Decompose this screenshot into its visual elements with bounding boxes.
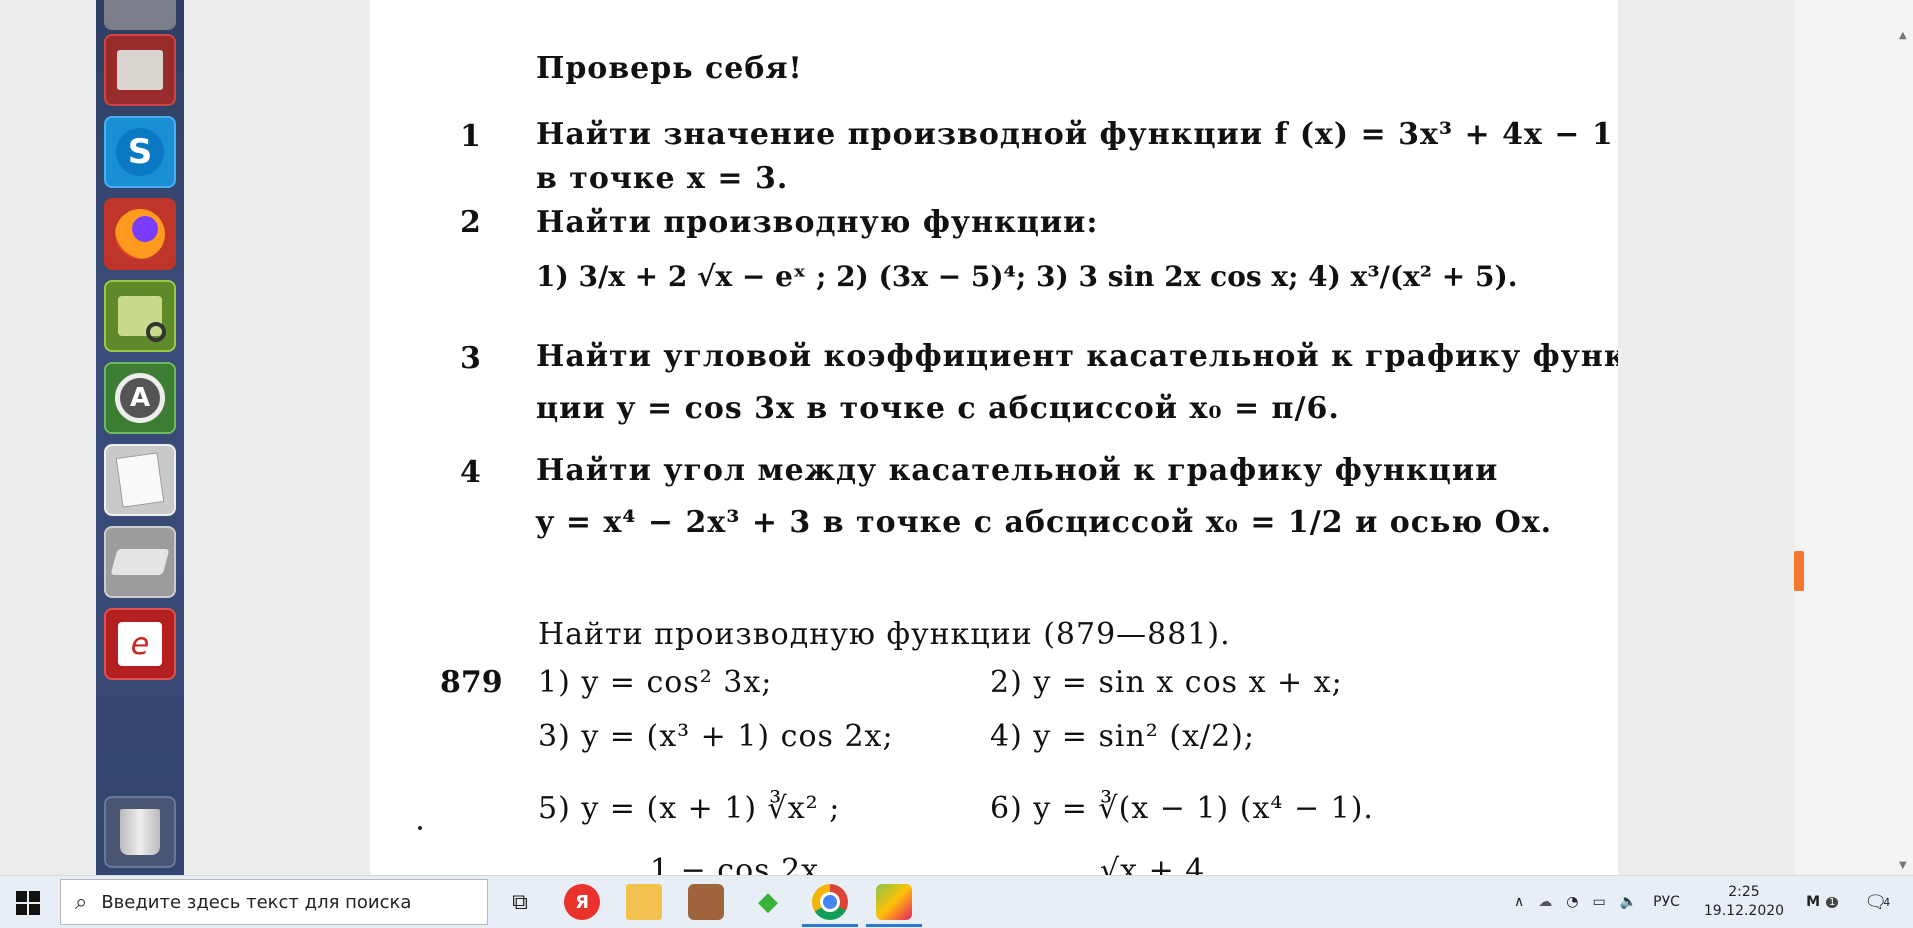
item-number: 1 bbox=[460, 119, 481, 154]
task-view-icon[interactable]: ⧉ bbox=[502, 884, 538, 920]
page-title: Проверь себя! bbox=[536, 51, 803, 86]
clock-time: 2:25 bbox=[1728, 884, 1760, 901]
volume-icon[interactable]: 🔈 bbox=[1620, 894, 1637, 910]
exercise-item: 1) y = cos² 3x; bbox=[538, 665, 773, 700]
exercise-item: 3) y = (x³ + 1) cos 2x; bbox=[538, 719, 894, 754]
document-viewer-icon[interactable]: e bbox=[104, 608, 176, 680]
firefox-icon[interactable] bbox=[104, 198, 176, 270]
scrollbar-track[interactable] bbox=[1795, 0, 1913, 875]
launcher-top-cut-icon[interactable] bbox=[104, 0, 176, 30]
item-number: 4 bbox=[460, 455, 481, 490]
clock[interactable]: 2:25 19.12.2020 bbox=[1704, 883, 1784, 921]
exercise-item: 4) y = sin² (x/2); bbox=[990, 719, 1255, 754]
system-tray: ∧ ☁ ◔ ▭ 🔈 РУС 2:25 19.12.2020 M 1 🗨 4 bbox=[1514, 876, 1890, 928]
taskbar: ⌕ Введите здесь текст для поиска ⧉ Я ◆ ∧… bbox=[0, 875, 1913, 928]
yandex-browser-icon[interactable]: Я bbox=[564, 884, 600, 920]
clock-date: 19.12.2020 bbox=[1703, 903, 1785, 919]
image-viewer-icon[interactable] bbox=[104, 280, 176, 352]
taskbar-search[interactable]: ⌕ Введите здесь текст для поиска bbox=[60, 879, 488, 925]
app-launcher: S A e bbox=[96, 0, 184, 875]
battery-icon[interactable]: ▭ bbox=[1592, 894, 1605, 910]
app-tray-icon[interactable]: M bbox=[1806, 894, 1820, 910]
stray-dot bbox=[418, 826, 422, 830]
item-number: 2 bbox=[460, 205, 481, 240]
windows-start-icon[interactable] bbox=[16, 891, 40, 915]
scrollbar-thumb[interactable] bbox=[1794, 551, 1804, 591]
exercise-number: 879 bbox=[440, 665, 503, 700]
sims-icon[interactable]: ◆ bbox=[750, 884, 786, 920]
item-text: Найти производную функции: bbox=[536, 205, 1099, 240]
item-text: Найти значение производной функции f (x)… bbox=[536, 117, 1614, 152]
desktop-background-middle bbox=[184, 0, 370, 875]
item-text: y = x⁴ − 2x³ + 3 в точке с абсциссой x₀ … bbox=[536, 505, 1553, 540]
software-updater-icon[interactable]: A bbox=[104, 362, 176, 434]
item-text: 1) 3/x + 2 √x − eˣ ; 2) (3x − 5)⁴; 3) 3 … bbox=[536, 260, 1518, 293]
bluestacks-icon[interactable] bbox=[876, 884, 912, 920]
cut-off-line: 1 − cos 2x bbox=[650, 853, 820, 876]
photo-app-icon[interactable] bbox=[688, 884, 724, 920]
scanner-icon[interactable] bbox=[104, 526, 176, 598]
scroll-up-icon[interactable]: ▲ bbox=[1899, 30, 1907, 41]
files-icon[interactable] bbox=[104, 34, 176, 106]
desktop-background-right bbox=[1618, 0, 1795, 875]
search-icon: ⌕ bbox=[75, 889, 88, 915]
chrome-icon[interactable] bbox=[812, 884, 848, 920]
cut-off-line: √x + 4 bbox=[1100, 853, 1206, 876]
language-indicator[interactable]: РУС bbox=[1653, 894, 1680, 910]
item-text: Найти угловой коэффициент касательной к … bbox=[536, 339, 1618, 374]
notification-count: 4 bbox=[1883, 895, 1891, 909]
wifi-icon[interactable]: ◔ bbox=[1566, 894, 1578, 910]
notification-badge: 1 bbox=[1826, 896, 1839, 908]
item-number: 3 bbox=[460, 341, 481, 376]
scroll-down-icon[interactable]: ▼ bbox=[1899, 860, 1907, 871]
search-input[interactable]: Введите здесь текст для поиска bbox=[101, 892, 411, 913]
desktop-background-left bbox=[0, 0, 96, 875]
skype-icon[interactable]: S bbox=[104, 116, 176, 188]
text-editor-icon[interactable] bbox=[104, 444, 176, 516]
item-text: ции y = cos 3x в точке с абсциссой x₀ = … bbox=[536, 391, 1340, 426]
chevron-up-icon[interactable]: ∧ bbox=[1514, 894, 1524, 910]
file-explorer-icon[interactable] bbox=[626, 884, 662, 920]
exercise-item: 5) y = (x + 1) ∛x² ; bbox=[538, 791, 841, 826]
onedrive-icon[interactable]: ☁ bbox=[1538, 894, 1552, 910]
exercise-item: 6) y = ∛(x − 1) (x⁴ − 1). bbox=[990, 791, 1374, 826]
item-text: Найти угол между касательной к графику ф… bbox=[536, 453, 1499, 488]
item-text: в точке x = 3. bbox=[536, 161, 789, 196]
document-page: Проверь себя! 1 Найти значение производн… bbox=[370, 0, 1618, 875]
exercise-item: 2) y = sin x cos x + x; bbox=[990, 665, 1343, 700]
section-heading: Найти производную функции (879—881). bbox=[538, 617, 1231, 652]
trash-icon[interactable] bbox=[104, 796, 176, 868]
